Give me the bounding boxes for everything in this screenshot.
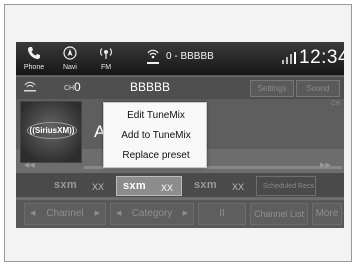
radio-screen: Phone Navi FM 0 - BBBBB 12:34 CH 0 BBBBB… bbox=[16, 42, 344, 228]
navi-button[interactable]: Navi bbox=[54, 42, 86, 76]
status-bar: Phone Navi FM 0 - BBBBB 12:34 bbox=[16, 42, 344, 76]
scheduled-recs-button[interactable]: Scheduled Recs bbox=[256, 176, 316, 196]
previous-icon: ◀ bbox=[30, 210, 36, 217]
add-to-tunemix-item[interactable]: Add to TuneMix bbox=[104, 130, 208, 141]
category-button[interactable]: ◀ Category ▶ bbox=[110, 203, 194, 225]
channel-button[interactable]: ◀ Channel ▶ bbox=[24, 203, 106, 225]
phone-label: Phone bbox=[23, 64, 45, 71]
sound-button[interactable]: Sound bbox=[296, 80, 340, 97]
phone-icon bbox=[28, 47, 40, 59]
fm-label: FM bbox=[100, 64, 112, 71]
preset-name: XX bbox=[92, 182, 105, 192]
source-label: 0 - BBBBB bbox=[166, 51, 214, 62]
next-icon: ▶ bbox=[94, 210, 100, 217]
preset-name: Scheduled Recs bbox=[263, 183, 314, 190]
navi-label: Navi bbox=[62, 64, 77, 71]
skip-forward-icon[interactable]: ▶▶ bbox=[320, 161, 331, 169]
channel-number: 0 bbox=[74, 80, 81, 94]
radio-icon bbox=[100, 48, 112, 59]
navigation-icon bbox=[63, 46, 77, 60]
preset-button-selected[interactable]: sxm XX bbox=[116, 176, 182, 196]
channel-list-button[interactable]: Channel List bbox=[250, 203, 308, 225]
signal-strength-icon bbox=[282, 52, 296, 64]
fm-button[interactable]: FM bbox=[90, 42, 122, 76]
channel-prefix: CH bbox=[64, 85, 75, 92]
preset-popup-menu: Edit TuneMix Add to TuneMix Replace pres… bbox=[103, 102, 207, 168]
preset-name: XX bbox=[232, 182, 245, 192]
preset-button[interactable]: sxm XX bbox=[48, 176, 114, 196]
clock: 12:34 bbox=[299, 47, 344, 68]
channel-name: BBBBB bbox=[130, 80, 171, 94]
skip-back-icon[interactable]: ◀◀ bbox=[24, 161, 35, 169]
channel-button-label: Channel bbox=[46, 208, 84, 219]
channel-tag: CH bbox=[331, 101, 340, 107]
sxm-logo: sxm bbox=[123, 180, 146, 192]
channel-row: CH 0 BBBBB Settings Sound bbox=[16, 77, 344, 99]
satellite-signal-icon bbox=[24, 81, 36, 92]
replace-preset-item[interactable]: Replace preset bbox=[104, 150, 208, 161]
category-button-label: Category bbox=[131, 208, 173, 219]
album-art: ((SiriusXM)) bbox=[20, 101, 82, 163]
siriusxm-logo: ((SiriusXM)) bbox=[29, 126, 75, 135]
edit-tunemix-item[interactable]: Edit TuneMix bbox=[104, 110, 208, 121]
preset-name: XX bbox=[161, 183, 174, 193]
preset-button[interactable]: sxm XX bbox=[188, 176, 254, 196]
pause-button[interactable]: II bbox=[198, 203, 246, 225]
previous-icon: ◀ bbox=[116, 210, 122, 217]
satellite-radio-icon bbox=[147, 49, 159, 64]
sxm-logo: sxm bbox=[54, 179, 77, 191]
settings-button[interactable]: Settings bbox=[250, 80, 294, 97]
next-icon: ▶ bbox=[182, 210, 188, 217]
sxm-logo: sxm bbox=[194, 179, 217, 191]
phone-button[interactable]: Phone bbox=[18, 42, 50, 76]
more-button[interactable]: More bbox=[312, 203, 342, 225]
